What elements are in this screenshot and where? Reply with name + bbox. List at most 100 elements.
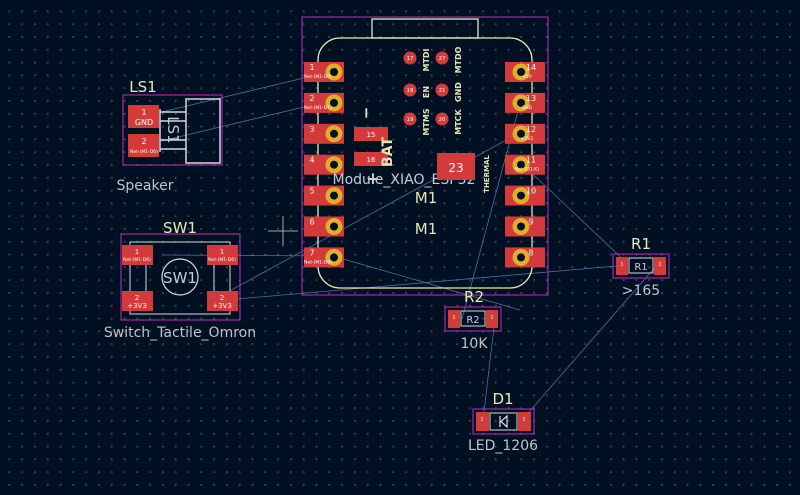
- pad-number: 1: [220, 248, 224, 256]
- m1-jtag-label: MTDO: [454, 46, 463, 73]
- m1-outline: [317, 37, 533, 289]
- d1-reference: D1: [492, 390, 513, 408]
- m1-pin-11[interactable]: 11 Net-(D1-K): [505, 154, 545, 175]
- m1-value: M1: [415, 220, 438, 238]
- pad-number: 9: [528, 218, 533, 227]
- pad-number: 12: [526, 125, 536, 134]
- m1-minus-sign: −: [357, 107, 375, 120]
- pad-net-label: Net-(M1-D6): [304, 259, 332, 265]
- m1-jtag-label: EN: [422, 86, 431, 98]
- m1-pin-5[interactable]: 5: [304, 185, 344, 206]
- footprint-ls1[interactable]: 1 GND 2 Net-(M1-D6) LS1 LS1 Speaker: [117, 78, 223, 194]
- m1-jtag-label: MTMS: [422, 108, 431, 135]
- m1-thermal-label: THERMAL: [483, 155, 491, 193]
- footprint-m1[interactable]: 1 Net-(M1-D0) 2 Net-(M1-D1) 3 4 5 6 7 Net-(M1-D6)…: [301, 16, 549, 296]
- pad-number: 1: [135, 248, 139, 256]
- pad-number: 19: [407, 117, 414, 123]
- sw1-pad-1b[interactable]: 1 Net-(M1-D6): [207, 245, 238, 265]
- pad-number: 1: [480, 417, 483, 423]
- pad-number: 1: [309, 63, 314, 72]
- pad-number: 21: [439, 88, 446, 94]
- m1-pin-12[interactable]: 12 +3V3: [505, 123, 545, 144]
- ls1-pad-1[interactable]: 1 GND: [128, 105, 159, 128]
- m1-pin-7[interactable]: 7 Net-(M1-D6): [304, 247, 344, 268]
- r1-pad-1[interactable]: 1: [616, 257, 628, 275]
- m1-usb-connector: [371, 18, 479, 39]
- pad-net-label: Net-(M1-D6): [130, 149, 158, 155]
- pad-number: 1: [141, 108, 146, 117]
- m1-pin-6[interactable]: 6: [304, 216, 344, 237]
- pad-number: 3: [309, 125, 314, 134]
- pad-net-label: Net-(M1-D6): [208, 257, 236, 263]
- d1-pad-2[interactable]: 2: [518, 412, 531, 431]
- sw1-pad-2b[interactable]: 2 +3V3: [207, 291, 238, 311]
- r2-pad-2[interactable]: 2: [486, 310, 498, 328]
- pad-number: 15: [367, 131, 376, 139]
- m1-thermal-pad[interactable]: 23: [437, 153, 475, 180]
- pad-number: 8: [528, 248, 533, 257]
- diode-symbol-icon: [499, 414, 508, 429]
- r1-value: >165: [622, 283, 660, 299]
- pad-net-label: +3V3: [521, 136, 534, 142]
- pad-number: 16: [367, 156, 376, 164]
- pad-net-label: Net-(M1-D0): [304, 74, 332, 80]
- pad-number: 2: [220, 294, 224, 302]
- m1-jtag-pad-21[interactable]: 21: [435, 83, 449, 97]
- r1-fab-label: R1: [634, 262, 647, 273]
- r2-reference: R2: [464, 288, 484, 306]
- pad-number: 1: [620, 262, 623, 268]
- pad-number: 11: [526, 156, 536, 165]
- m1-jtag-pad-18[interactable]: 18: [403, 83, 417, 97]
- pad-number: 4: [309, 156, 314, 165]
- sw1-fab-label: SW1: [163, 269, 197, 287]
- m1-pin-1[interactable]: 1 Net-(M1-D0): [304, 62, 344, 82]
- m1-jtag-pad-17[interactable]: 17: [403, 51, 417, 65]
- footprint-d1[interactable]: 1 2 D1 LED_1206: [468, 390, 538, 454]
- m1-pin-8[interactable]: 8: [505, 247, 545, 268]
- pad-number: 2: [135, 294, 139, 302]
- pad-number: 2: [658, 262, 661, 268]
- pad-number: 1: [452, 315, 455, 321]
- pad-net-label: +3V3: [127, 302, 147, 310]
- m1-pin-14[interactable]: 14+5V: [505, 62, 545, 82]
- m1-bat-label: BAT: [380, 137, 396, 167]
- footprint-sw1[interactable]: SW1 1 Net-(M1-D6) 1 Net-(M1-D6) 2 +3V3 2…: [104, 219, 256, 341]
- d1-value: LED_1206: [468, 438, 538, 454]
- pcb-layers: 1 GND 2 Net-(M1-D6) LS1 LS1 Speaker SW1 …: [104, 16, 670, 454]
- r1-pad-2[interactable]: 2: [654, 257, 666, 275]
- m1-jtag-pad-20[interactable]: 20: [435, 112, 449, 126]
- pad-number: 10: [526, 187, 536, 196]
- pad-net-label: GND: [522, 105, 533, 111]
- ls1-value: Speaker: [117, 178, 174, 194]
- m1-pin-13[interactable]: 13 GND: [505, 92, 545, 113]
- m1-pin-2[interactable]: 2 Net-(M1-D1): [304, 92, 344, 113]
- pad-net-label: +5V: [522, 74, 533, 80]
- r2-pad-1[interactable]: 1: [448, 310, 460, 328]
- m1-jtag-label: MTCK: [454, 108, 463, 134]
- pad-number: 14: [526, 63, 536, 72]
- ls1-reference: LS1: [129, 78, 156, 96]
- pad-number: 18: [407, 88, 414, 94]
- m1-jtag-pad-19[interactable]: 19: [403, 112, 417, 126]
- r1-reference: R1: [631, 235, 651, 253]
- d1-pad-1[interactable]: 1: [476, 412, 489, 431]
- m1-left-pins: 1 Net-(M1-D0) 2 Net-(M1-D1) 3 4 5 6 7 Net-(M1-D6): [304, 62, 344, 268]
- m1-pin-9[interactable]: 9: [505, 216, 545, 237]
- sw1-pad-1a[interactable]: 1 Net-(M1-D6): [122, 245, 153, 265]
- cursor-crosshair: [268, 216, 298, 246]
- sw1-pad-2a[interactable]: 2 +3V3: [122, 291, 153, 311]
- m1-pin-3[interactable]: 3: [304, 123, 344, 144]
- m1-jtag-pad-27[interactable]: 27: [435, 51, 449, 65]
- sw1-reference: SW1: [163, 219, 197, 237]
- m1-pin-10[interactable]: 10: [505, 185, 545, 206]
- pad-number: 20: [439, 117, 446, 123]
- r2-fab-label: R2: [466, 315, 479, 326]
- pad-net-label: Net-(D1-K): [515, 167, 539, 173]
- pad-number: 17: [407, 56, 414, 62]
- footprint-r1[interactable]: 1 2 R1 R1 >165: [612, 235, 670, 299]
- pad-number: 2: [309, 94, 314, 103]
- ls1-pad-2[interactable]: 2 Net-(M1-D6): [128, 134, 159, 157]
- pad-number: 2: [522, 417, 525, 423]
- pad-number: 13: [526, 94, 536, 103]
- m1-right-pins: 14+5V13GND12+3V311Net-(D1-K)1098: [505, 62, 545, 268]
